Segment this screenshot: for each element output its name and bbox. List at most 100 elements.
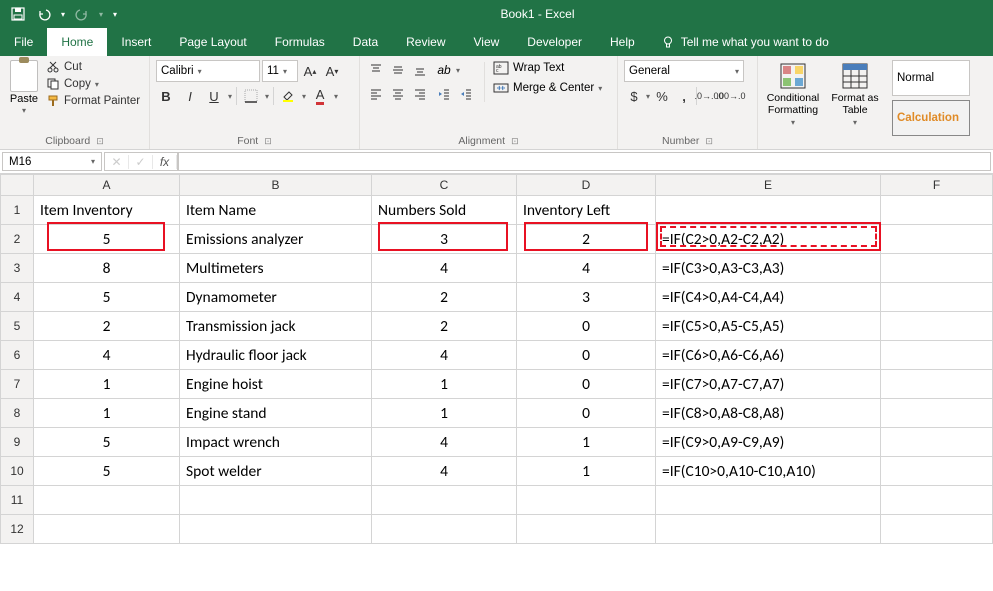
row-header-4[interactable]: 4 bbox=[0, 283, 34, 312]
cell-C5[interactable]: 2 bbox=[372, 312, 517, 341]
cell-C12[interactable] bbox=[372, 515, 517, 544]
accounting-dropdown[interactable]: ▾ bbox=[646, 92, 650, 101]
undo-button[interactable] bbox=[32, 2, 56, 26]
cell-E10[interactable]: =IF(C10>0,A10-C10,A10) bbox=[656, 457, 881, 486]
align-middle-button[interactable] bbox=[388, 60, 408, 80]
italic-button[interactable]: I bbox=[180, 86, 200, 106]
cell-E7[interactable]: =IF(C7>0,A7-C7,A7) bbox=[656, 370, 881, 399]
enter-formula-button[interactable]: ✓ bbox=[129, 155, 153, 169]
cell-E9[interactable]: =IF(C9>0,A9-C9,A9) bbox=[656, 428, 881, 457]
cell-B4[interactable]: Dynamometer bbox=[180, 283, 372, 312]
cell-D3[interactable]: 4 bbox=[517, 254, 656, 283]
cell-E11[interactable] bbox=[656, 486, 881, 515]
cell-C9[interactable]: 4 bbox=[372, 428, 517, 457]
cell-B2[interactable]: Emissions analyzer bbox=[180, 225, 372, 254]
cell-D2[interactable]: 2 bbox=[517, 225, 656, 254]
bold-button[interactable]: B bbox=[156, 86, 176, 106]
cell-F7[interactable] bbox=[881, 370, 993, 399]
clipboard-dialog-launcher[interactable]: ⊡ bbox=[96, 136, 104, 147]
col-header-F[interactable]: F bbox=[881, 174, 993, 196]
col-header-C[interactable]: C bbox=[372, 174, 517, 196]
cell-F10[interactable] bbox=[881, 457, 993, 486]
style-normal[interactable]: Normal bbox=[892, 60, 970, 96]
cell-A11[interactable] bbox=[34, 486, 180, 515]
cell-F9[interactable] bbox=[881, 428, 993, 457]
align-center-button[interactable] bbox=[388, 84, 408, 104]
cell-F1[interactable] bbox=[881, 196, 993, 225]
font-size-combo[interactable]: 11▾ bbox=[262, 60, 298, 82]
cell-C11[interactable] bbox=[372, 486, 517, 515]
cell-D1[interactable]: Inventory Left bbox=[517, 196, 656, 225]
tab-help[interactable]: Help bbox=[596, 28, 649, 56]
cell-E12[interactable] bbox=[656, 515, 881, 544]
conditional-formatting-button[interactable]: Conditional Formatting▾ bbox=[764, 60, 822, 129]
cell-F5[interactable] bbox=[881, 312, 993, 341]
cut-button[interactable]: Cut bbox=[46, 60, 140, 74]
tab-view[interactable]: View bbox=[460, 28, 514, 56]
cell-B1[interactable]: Item Name bbox=[180, 196, 372, 225]
cell-B3[interactable]: Multimeters bbox=[180, 254, 372, 283]
spreadsheet-grid[interactable]: ABCDEF 1Item InventoryItem NameNumbers S… bbox=[0, 174, 993, 544]
cell-B9[interactable]: Impact wrench bbox=[180, 428, 372, 457]
col-header-B[interactable]: B bbox=[180, 174, 372, 196]
redo-dropdown[interactable]: ▾ bbox=[96, 2, 106, 26]
borders-dropdown[interactable]: ▾ bbox=[265, 92, 269, 101]
cell-F4[interactable] bbox=[881, 283, 993, 312]
cell-B8[interactable]: Engine stand bbox=[180, 399, 372, 428]
row-header-3[interactable]: 3 bbox=[0, 254, 34, 283]
cell-A7[interactable]: 1 bbox=[34, 370, 180, 399]
cell-C1[interactable]: Numbers Sold bbox=[372, 196, 517, 225]
row-header-1[interactable]: 1 bbox=[0, 196, 34, 225]
cell-D8[interactable]: 0 bbox=[517, 399, 656, 428]
cell-A12[interactable] bbox=[34, 515, 180, 544]
cell-B10[interactable]: Spot welder bbox=[180, 457, 372, 486]
align-top-button[interactable] bbox=[366, 60, 386, 80]
decrease-decimal-button[interactable]: .00→.0 bbox=[721, 86, 741, 106]
save-button[interactable] bbox=[6, 2, 30, 26]
cell-A4[interactable]: 5 bbox=[34, 283, 180, 312]
cell-A8[interactable]: 1 bbox=[34, 399, 180, 428]
style-calculation[interactable]: Calculation bbox=[892, 100, 970, 136]
col-header-E[interactable]: E bbox=[656, 174, 881, 196]
cell-C6[interactable]: 4 bbox=[372, 341, 517, 370]
font-color-button[interactable]: A bbox=[310, 86, 330, 106]
paste-button[interactable]: Paste ▾ bbox=[6, 60, 42, 115]
tell-me[interactable]: Tell me what you want to do bbox=[649, 28, 829, 56]
undo-dropdown[interactable]: ▾ bbox=[58, 2, 68, 26]
cell-B11[interactable] bbox=[180, 486, 372, 515]
cell-B7[interactable]: Engine hoist bbox=[180, 370, 372, 399]
cell-A10[interactable]: 5 bbox=[34, 457, 180, 486]
cell-E3[interactable]: =IF(C3>0,A3-C3,A3) bbox=[656, 254, 881, 283]
wrap-text-button[interactable]: abc Wrap Text bbox=[493, 60, 602, 76]
underline-dropdown[interactable]: ▾ bbox=[228, 92, 232, 101]
formula-input[interactable] bbox=[178, 152, 991, 171]
align-right-button[interactable] bbox=[410, 84, 430, 104]
accounting-format-button[interactable]: $ bbox=[624, 86, 644, 106]
cell-C4[interactable]: 2 bbox=[372, 283, 517, 312]
shrink-font-button[interactable]: A▾ bbox=[322, 61, 342, 81]
redo-button[interactable] bbox=[70, 2, 94, 26]
cell-C2[interactable]: 3 bbox=[372, 225, 517, 254]
font-dialog-launcher[interactable]: ⊡ bbox=[264, 136, 272, 147]
cell-D6[interactable]: 0 bbox=[517, 341, 656, 370]
row-header-7[interactable]: 7 bbox=[0, 370, 34, 399]
row-header-10[interactable]: 10 bbox=[0, 457, 34, 486]
tab-formulas[interactable]: Formulas bbox=[261, 28, 339, 56]
align-dialog-launcher[interactable]: ⊡ bbox=[511, 136, 519, 147]
col-header-A[interactable]: A bbox=[34, 174, 180, 196]
cell-D12[interactable] bbox=[517, 515, 656, 544]
cell-B6[interactable]: Hydraulic floor jack bbox=[180, 341, 372, 370]
col-header-D[interactable]: D bbox=[517, 174, 656, 196]
cell-E5[interactable]: =IF(C5>0,A5-C5,A5) bbox=[656, 312, 881, 341]
cell-C10[interactable]: 4 bbox=[372, 457, 517, 486]
cell-D9[interactable]: 1 bbox=[517, 428, 656, 457]
merge-center-button[interactable]: Merge & Center ▾ bbox=[493, 80, 602, 96]
orientation-dropdown[interactable]: ▾ bbox=[456, 66, 460, 75]
tab-data[interactable]: Data bbox=[339, 28, 392, 56]
row-header-2[interactable]: 2 bbox=[0, 225, 34, 254]
name-box[interactable]: M16▾ bbox=[2, 152, 102, 171]
row-header-8[interactable]: 8 bbox=[0, 399, 34, 428]
number-format-combo[interactable]: General▾ bbox=[624, 60, 744, 82]
select-all-corner[interactable] bbox=[0, 174, 34, 196]
tab-developer[interactable]: Developer bbox=[513, 28, 596, 56]
